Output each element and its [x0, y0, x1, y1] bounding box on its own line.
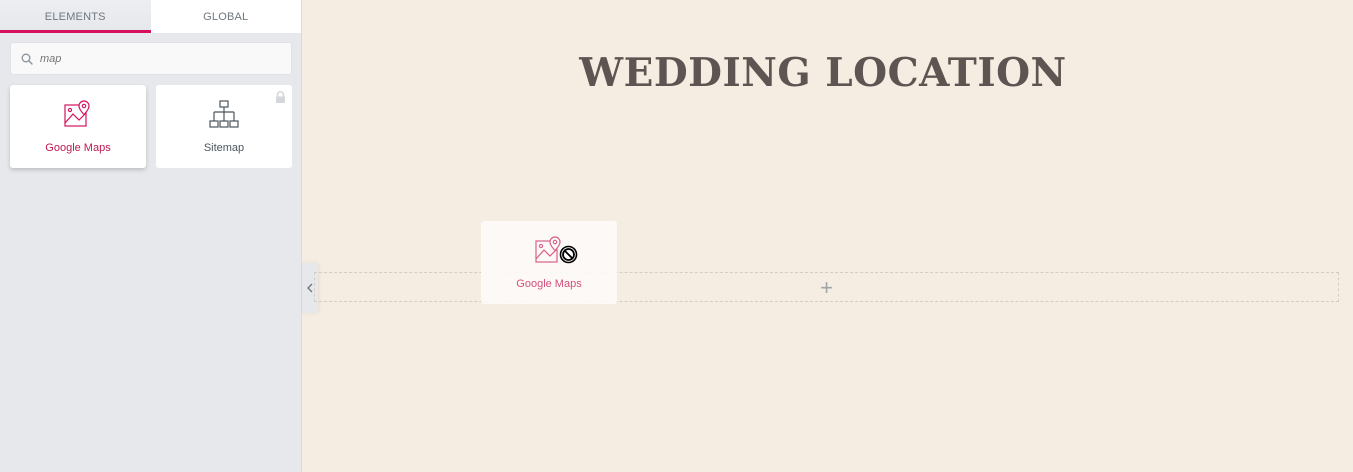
- search-input[interactable]: [40, 52, 280, 65]
- chevron-left-icon: [307, 283, 313, 293]
- editor-sidebar: ELEMENTS GLOBAL Google Maps: [0, 0, 302, 472]
- no-drop-icon: [559, 245, 578, 264]
- lock-icon: [276, 91, 285, 103]
- widget-google-maps[interactable]: Google Maps: [10, 85, 146, 168]
- add-section-button[interactable]: +: [820, 276, 833, 299]
- widget-label: Sitemap: [203, 142, 245, 154]
- dragged-widget-google-maps: Google Maps: [481, 221, 617, 304]
- widget-label: Google Maps: [516, 278, 582, 290]
- add-section-drop-zone[interactable]: +: [314, 272, 1339, 302]
- tab-global[interactable]: GLOBAL: [151, 0, 302, 33]
- search-icon: [21, 53, 33, 65]
- map-pin-icon: [64, 100, 90, 127]
- search-box: [10, 42, 292, 75]
- page-title[interactable]: WEDDING LOCATION: [303, 50, 1343, 96]
- tab-elements[interactable]: ELEMENTS: [0, 0, 151, 33]
- sitemap-icon: [209, 100, 239, 128]
- panel-tabs: ELEMENTS GLOBAL: [0, 0, 301, 33]
- widget-label: Google Maps: [45, 142, 111, 154]
- widget-sitemap[interactable]: Sitemap: [156, 85, 292, 168]
